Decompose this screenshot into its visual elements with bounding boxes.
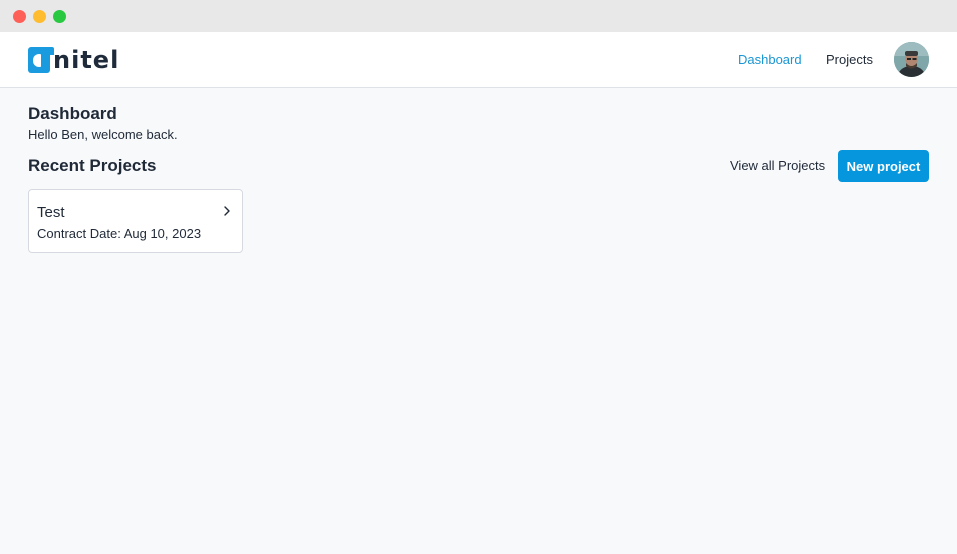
project-card[interactable]: Test Contract Date: Aug 10, 2023 xyxy=(28,189,243,253)
minimize-window-button[interactable] xyxy=(33,10,46,23)
brand-name: nitel xyxy=(53,46,120,74)
window-titlebar xyxy=(0,0,957,32)
project-contract-date: Contract Date: Aug 10, 2023 xyxy=(37,226,202,241)
chevron-right-icon xyxy=(224,206,230,216)
nav-link-projects[interactable]: Projects xyxy=(826,52,873,68)
brand-logo[interactable]: nitel xyxy=(28,45,119,75)
maximize-window-button[interactable] xyxy=(53,10,66,23)
user-avatar[interactable] xyxy=(894,42,929,77)
new-project-button[interactable]: New project xyxy=(838,150,929,182)
avatar-photo-icon xyxy=(894,42,929,77)
logo-mark-icon xyxy=(28,47,54,73)
view-all-projects-link[interactable]: View all Projects xyxy=(730,158,825,174)
recent-projects-heading: Recent Projects xyxy=(28,156,157,175)
page-title: Dashboard xyxy=(28,104,117,123)
top-navbar: nitel Dashboard Projects xyxy=(0,32,957,88)
browser-window: nitel Dashboard Projects Dashboard Hello… xyxy=(0,0,957,554)
project-name: Test xyxy=(37,204,65,221)
welcome-message: Hello Ben, welcome back. xyxy=(28,127,178,142)
close-window-button[interactable] xyxy=(13,10,26,23)
nav-link-dashboard[interactable]: Dashboard xyxy=(738,52,802,68)
